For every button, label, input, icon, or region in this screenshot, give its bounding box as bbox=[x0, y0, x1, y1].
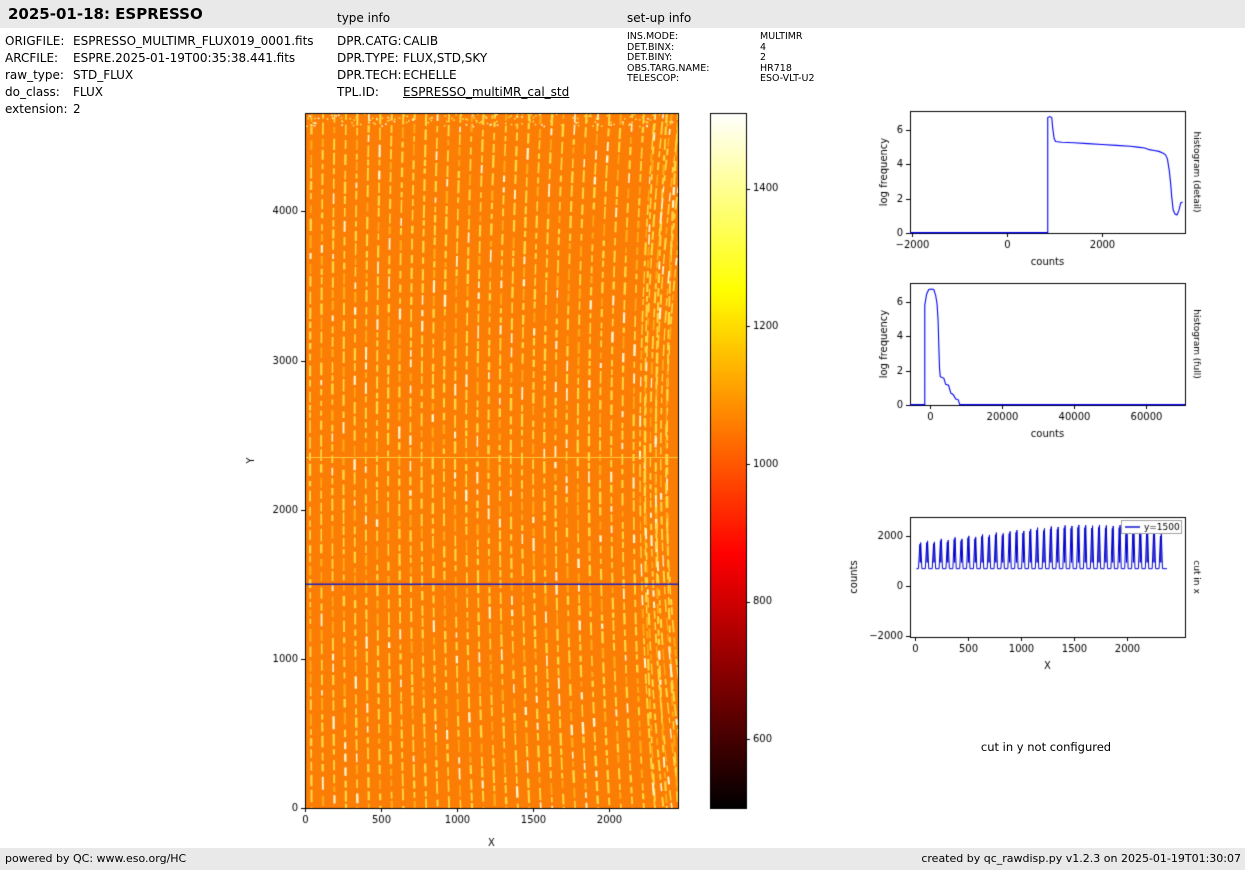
file-info-row: ARCFILE: ESPRE.2025-01-19T00:35:38.441.fi… bbox=[5, 50, 314, 67]
field-value: MULTIMR bbox=[760, 31, 803, 42]
type-info-row: DPR.CATG:CALIB bbox=[337, 33, 569, 50]
field-value: HR718 bbox=[760, 62, 792, 74]
header-bar: 2025-01-18: ESPRESSO type info set-up in… bbox=[0, 0, 1245, 28]
field-label: ORIGFILE: bbox=[5, 34, 65, 48]
cut-in-x-plot bbox=[830, 506, 1230, 691]
file-info-row: raw_type: STD_FLUX bbox=[5, 67, 314, 84]
type-info-block: DPR.CATG:CALIB DPR.TYPE: FLUX,STD,SKY DPR… bbox=[337, 33, 569, 101]
tpl-id-link[interactable]: ESPRESSO_multiMR_cal_std bbox=[403, 85, 569, 99]
cut-in-y-message: cut in y not configured bbox=[980, 740, 1112, 754]
type-info-row: TPL.ID: ESPRESSO_multiMR_cal_std bbox=[337, 84, 569, 101]
histogram-full-plot bbox=[830, 272, 1230, 457]
histogram-detail-plot bbox=[830, 100, 1230, 285]
setup-info-row: TELESCOP: ESO-VLT-U2 bbox=[627, 73, 815, 85]
field-value: ESO-VLT-U2 bbox=[760, 73, 815, 84]
field-label: DPR.TECH: bbox=[337, 68, 402, 82]
field-value: 2 bbox=[73, 102, 81, 116]
footer-powered-by: powered by QC: www.eso.org/HC bbox=[5, 852, 187, 865]
footer-created-by: created by qc_rawdisp.py v1.2.3 on 2025-… bbox=[921, 852, 1241, 865]
field-value: 2 bbox=[760, 52, 767, 63]
field-value: FLUX bbox=[73, 85, 103, 99]
setup-info-block: INS.MODE: MULTIMR DET.BINX: 4 DET.BINY: 2 O… bbox=[627, 31, 815, 85]
raw-frame-heatmap bbox=[240, 100, 830, 855]
page-title: 2025-01-18: ESPRESSO bbox=[8, 5, 203, 23]
field-label: raw_type: bbox=[5, 68, 64, 82]
setup-info-row: INS.MODE: MULTIMR bbox=[627, 31, 815, 43]
field-label: TPL.ID: bbox=[337, 85, 379, 99]
field-label: ARCFILE: bbox=[5, 51, 59, 65]
field-label: extension: bbox=[5, 102, 68, 116]
field-label: DPR.TYPE: bbox=[337, 51, 399, 65]
field-label: INS.MODE: bbox=[627, 31, 679, 42]
field-value: ECHELLE bbox=[403, 68, 457, 82]
footer-bar: powered by QC: www.eso.org/HC created by… bbox=[0, 848, 1245, 870]
field-label: DET.BINY: bbox=[627, 52, 673, 63]
field-value: 4 bbox=[760, 41, 767, 53]
field-label: DPR.CATG: bbox=[337, 34, 402, 48]
type-info-row: DPR.TYPE: FLUX,STD,SKY bbox=[337, 50, 569, 67]
field-label: TELESCOP: bbox=[627, 73, 680, 84]
type-info-heading: type info bbox=[337, 11, 391, 25]
file-info-row: do_class: FLUX bbox=[5, 84, 314, 101]
field-value: CALIB bbox=[403, 34, 439, 48]
file-info-row: ORIGFILE: ESPRESSO_MULTIMR_FLUX019_0001.f… bbox=[5, 33, 314, 50]
field-value: FLUX,STD,SKY bbox=[403, 51, 488, 65]
setup-info-heading: set-up info bbox=[627, 11, 692, 25]
field-value: ESPRE.2025-01-19T00:35:38.441.fits bbox=[73, 51, 296, 65]
field-label: do_class: bbox=[5, 85, 60, 99]
field-value: STD_FLUX bbox=[73, 68, 134, 82]
field-value: ESPRESSO_MULTIMR_FLUX019_0001.fits bbox=[73, 34, 314, 48]
type-info-row: DPR.TECH:ECHELLE bbox=[337, 67, 569, 84]
